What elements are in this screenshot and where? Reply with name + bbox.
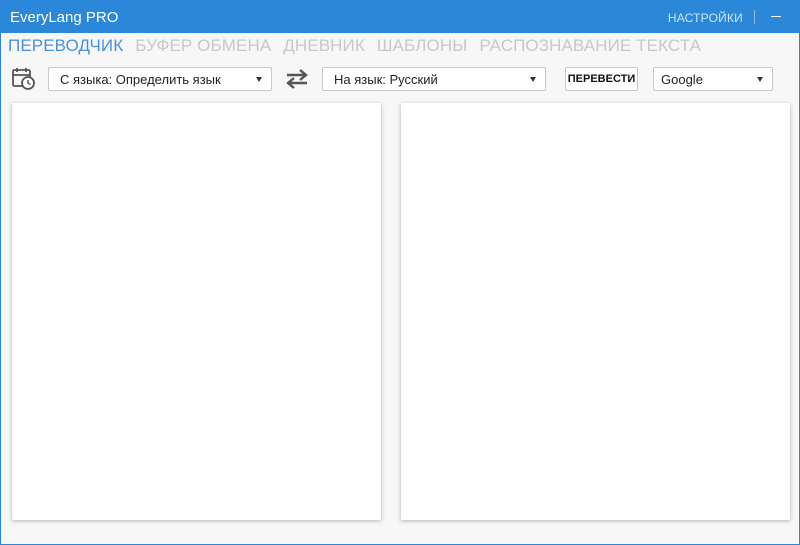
tab-clipboard[interactable]: БУФЕР ОБМЕНА [135, 36, 271, 58]
service-select[interactable]: Google [653, 67, 773, 91]
target-language-value: На язык: Русский [334, 72, 438, 87]
app-window: EveryLang PRO НАСТРОЙКИ ПЕРЕВОДЧИК БУФЕР… [0, 0, 800, 545]
translate-button[interactable]: ПЕРЕВЕСТИ [565, 67, 638, 91]
tab-bar: ПЕРЕВОДЧИК БУФЕР ОБМЕНА ДНЕВНИК ШАБЛОНЫ … [8, 36, 701, 58]
tab-ocr[interactable]: РАСПОЗНАВАНИЕ ТЕКСТА [479, 36, 701, 58]
tab-diary[interactable]: ДНЕВНИК [283, 36, 365, 58]
service-value: Google [661, 72, 703, 87]
title-bar: EveryLang PRO НАСТРОЙКИ [1, 1, 799, 33]
window-title: EveryLang PRO [10, 9, 119, 26]
minimize-button[interactable] [767, 9, 785, 25]
target-language-select[interactable]: На язык: Русский [322, 67, 546, 91]
tab-translator[interactable]: ПЕРЕВОДЧИК [8, 36, 123, 58]
chevron-down-icon [757, 77, 763, 82]
chevron-down-icon [530, 77, 536, 82]
calendar-clock-icon[interactable] [12, 67, 36, 91]
translated-text-panel [401, 103, 790, 520]
source-text-panel [12, 103, 381, 520]
source-language-value: С языка: Определить язык [60, 72, 221, 87]
settings-button[interactable]: НАСТРОЙКИ [668, 11, 743, 25]
chevron-down-icon [256, 77, 262, 82]
translated-text-output[interactable] [401, 103, 790, 520]
swap-arrows-icon[interactable] [284, 68, 310, 90]
title-separator [754, 10, 755, 24]
source-language-select[interactable]: С языка: Определить язык [48, 67, 272, 91]
source-text-input[interactable] [12, 103, 381, 520]
tab-templates[interactable]: ШАБЛОНЫ [377, 36, 467, 58]
